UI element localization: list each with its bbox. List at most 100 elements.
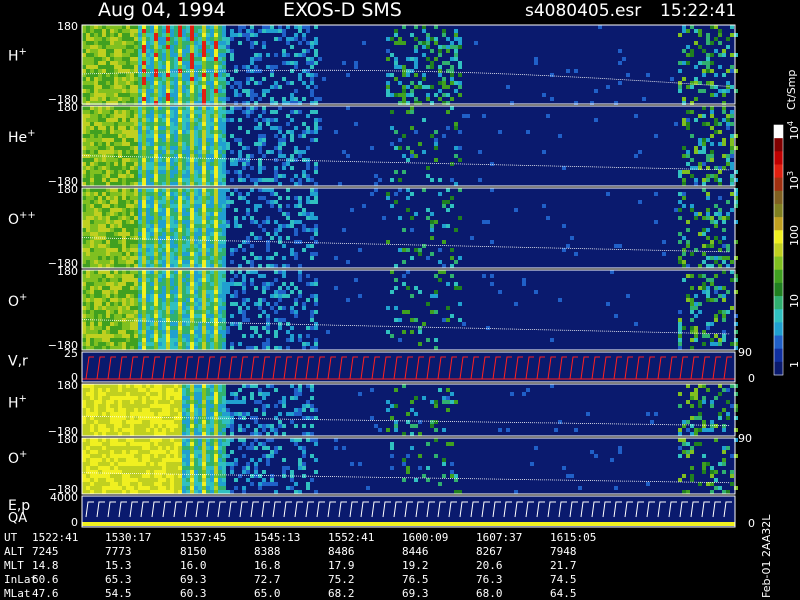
colorbar-cell	[774, 322, 783, 337]
colorbar-cell	[774, 217, 783, 231]
ephem-cell: 1552:41	[328, 531, 374, 544]
panel-label-2: QA	[8, 511, 27, 526]
panel-label: H+	[8, 393, 27, 411]
colorbar-cell	[774, 190, 783, 205]
colorbar: Ct/Smp 104 103 100 10 1	[773, 70, 800, 376]
ephem-cell: 14.8	[32, 559, 59, 572]
y-max-tick: 180	[57, 433, 78, 446]
colorbar-unit: Ct/Smp	[785, 70, 798, 110]
colorbar-cell	[774, 203, 783, 218]
ephem-cell: 72.7	[254, 573, 281, 586]
colorbar-tick: 1	[788, 361, 800, 368]
ephem-cell: 69.3	[180, 573, 207, 586]
ephem-cell: 74.5	[550, 573, 577, 586]
colorbar-cell	[774, 296, 783, 310]
right-axis-bottom: 0	[748, 517, 755, 530]
panel-hplus2: H+180−180	[8, 379, 738, 438]
ephem-cell: 8388	[254, 545, 281, 558]
panel-label: O+	[8, 449, 27, 467]
ephem-cell: 65.3	[105, 573, 132, 586]
ephem-cell: 76.5	[402, 573, 429, 586]
ephem-cell: 15.3	[105, 559, 132, 572]
panel-oplus2: O+180−18090	[8, 432, 752, 496]
y-max-tick: 180	[57, 101, 78, 114]
colorbar-tick: 103	[786, 171, 800, 190]
colorbar-cell	[774, 177, 783, 192]
ephem-row-name: MLT	[4, 559, 24, 572]
colorbar-cell	[774, 138, 783, 152]
right-axis-bottom: 0	[748, 372, 755, 385]
ephem-row-name: UT	[4, 531, 18, 544]
colorbar-cell	[774, 230, 783, 244]
panel-label: H+	[8, 47, 27, 65]
y-max-tick: 180	[57, 265, 78, 278]
colorbar-tick: 100	[788, 225, 800, 246]
footnote: Feb-01 2AA32L	[760, 514, 773, 598]
colorbar-cell	[774, 282, 783, 297]
colorbar-tick: 104	[786, 121, 800, 140]
y-max-tick: 4000	[50, 491, 78, 504]
plot-panels: H+180−180He+180−180O++180−180O+180−180V,…	[8, 20, 755, 530]
ephem-cell: 68.0	[476, 587, 503, 600]
ephem-cell: 1545:13	[254, 531, 300, 544]
ephem-cell: 60.3	[180, 587, 207, 600]
ephem-cell: 47.6	[32, 587, 59, 600]
right-axis-top: 90	[738, 346, 752, 359]
panel-hplus: H+180−180	[8, 20, 738, 106]
ephem-cell: 8486	[328, 545, 355, 558]
colorbar-cell	[774, 256, 783, 271]
ephem-cell: 16.0	[180, 559, 207, 572]
ephem-cell: 75.2	[328, 573, 355, 586]
panel-label: V,r	[8, 354, 28, 370]
ephem-cell: 1537:45	[180, 531, 226, 544]
panel-oplus: O+180−180	[8, 265, 738, 352]
ephem-cell: 1600:09	[402, 531, 448, 544]
colorbar-cell	[774, 125, 783, 139]
ephem-row-name: ALT	[4, 545, 24, 558]
colorbar-cell	[774, 151, 783, 165]
y-min-tick: 0	[71, 516, 78, 529]
qa-bar	[82, 522, 735, 526]
ephem-cell: 8150	[180, 545, 207, 558]
ephem-cell: 64.5	[550, 587, 577, 600]
y-max-tick: 25	[64, 347, 78, 360]
header-file: s4080405.esr	[525, 1, 641, 21]
colorbar-cell	[774, 269, 783, 284]
ephem-cell: 20.6	[476, 559, 503, 572]
panel-label: O+	[8, 292, 27, 310]
ephem-cell: 1615:05	[550, 531, 596, 544]
panel-label: He+	[8, 128, 36, 146]
ephem-cell: 7245	[32, 545, 59, 558]
ephem-cell: 16.8	[254, 559, 281, 572]
colorbar-cell	[774, 309, 783, 323]
ephem-cell: 69.3	[402, 587, 429, 600]
ephem-cell: 17.9	[328, 559, 355, 572]
header-instrument: EXOS-D SMS	[283, 0, 402, 21]
y-max-tick: 180	[57, 379, 78, 392]
ephem-cell: 65.0	[254, 587, 281, 600]
y-max-tick: 180	[57, 183, 78, 196]
colorbar-cell	[774, 335, 783, 350]
ephem-cell: 8446	[402, 545, 429, 558]
chart-header: Aug 04, 1994 EXOS-D SMS s4080405.esr 15:…	[98, 0, 736, 21]
panel-ep: E,pQA40000 0	[8, 491, 755, 530]
ephem-cell: 68.2	[328, 587, 355, 600]
ephem-cell: 7948	[550, 545, 577, 558]
header-time: 15:22:41	[660, 1, 736, 21]
panel-heplus: He+180−180	[8, 101, 738, 188]
colorbar-cell	[774, 348, 783, 363]
panel-oplus+: O++180−180	[8, 183, 738, 270]
ephem-cell: 21.7	[550, 559, 577, 572]
ephem-cell: 8267	[476, 545, 503, 558]
colorbar-cell	[774, 361, 783, 376]
colorbar-cell	[774, 164, 783, 179]
y-max-tick: 180	[57, 20, 78, 33]
ephem-row-name: MLat	[4, 587, 31, 600]
ephem-cell: 60.6	[32, 573, 59, 586]
ephem-cell: 76.3	[476, 573, 503, 586]
colorbar-cell	[774, 243, 783, 258]
header-date: Aug 04, 1994	[98, 0, 226, 21]
colorbar-tick: 10	[788, 294, 800, 308]
panel-label: O++	[8, 210, 36, 228]
ephemeris-table: UT 1522:41 1530:17 1537:45 1545:13 1552:41 160…	[4, 531, 596, 600]
